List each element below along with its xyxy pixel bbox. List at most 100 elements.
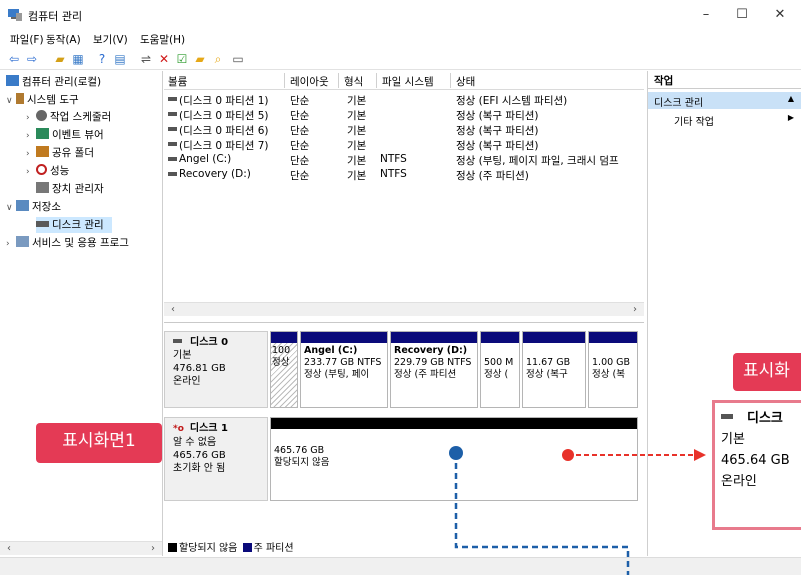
list-icon[interactable]: ▭ bbox=[230, 51, 246, 67]
check-icon[interactable]: ☑ bbox=[174, 51, 190, 67]
tree-item-task-scheduler[interactable]: › 작업 스케줄러 bbox=[26, 109, 111, 125]
forward-icon[interactable]: ⇨ bbox=[24, 51, 40, 67]
minimize-button[interactable]: – bbox=[690, 4, 722, 26]
disk-1-unallocated[interactable]: 465.76 GB 할당되지 않음 bbox=[270, 417, 638, 501]
scroll-right-icon[interactable]: › bbox=[628, 303, 642, 317]
tree-item-label: 저장소 bbox=[32, 201, 61, 213]
tree-item-storage[interactable]: ∨ 저장소 bbox=[6, 199, 61, 215]
chevron-down-icon[interactable]: ∨ bbox=[6, 93, 16, 109]
column-type[interactable]: 형식 bbox=[344, 74, 363, 89]
close-button[interactable]: ✕ bbox=[764, 4, 796, 26]
table-row[interactable]: Recovery (D:) 단순 기본 NTFS 정상 (주 파티션) bbox=[164, 167, 644, 182]
actions-section-disk-management[interactable]: 디스크 관리 ▲ bbox=[648, 92, 801, 109]
table-row[interactable]: (디스크 0 파티션 7) 단순 기본 정상 (복구 파티션) bbox=[164, 137, 644, 152]
up-folder-icon[interactable]: ▰ bbox=[52, 51, 68, 67]
help-icon[interactable]: ? bbox=[94, 51, 110, 67]
volume-status: 정상 (EFI 시스템 파티션) bbox=[456, 95, 568, 107]
menu-view[interactable]: 보기(V) bbox=[93, 32, 128, 47]
chevron-right-icon[interactable]: › bbox=[26, 146, 36, 162]
volume-icon bbox=[168, 172, 177, 176]
title-bar: 컴퓨터 관리 – ☐ ✕ bbox=[0, 0, 801, 30]
disk-1-label[interactable]: *o 디스크 1 알 수 없음 465.76 GB 초기화 안 됨 bbox=[164, 417, 268, 501]
disk-0-partition-5[interactable]: 500 M 정상 ( bbox=[480, 331, 520, 408]
column-layout[interactable]: 레이아웃 bbox=[290, 74, 329, 89]
disk-0-partition-1[interactable]: 100 정상 bbox=[270, 331, 298, 408]
column-divider[interactable] bbox=[450, 73, 451, 88]
tree-item-disk-management[interactable]: 디스크 관리 bbox=[36, 217, 112, 233]
search-icon[interactable]: ⌕ bbox=[210, 51, 226, 67]
chevron-right-icon[interactable]: › bbox=[26, 110, 36, 126]
chevron-down-icon[interactable]: ∨ bbox=[6, 200, 16, 216]
column-divider[interactable] bbox=[376, 73, 377, 88]
table-row[interactable]: Angel (C:) 단순 기본 NTFS 정상 (부팅, 페이지 파일, 크래… bbox=[164, 152, 644, 167]
partition-size: 11.67 GB bbox=[526, 357, 571, 368]
maximize-button[interactable]: ☐ bbox=[726, 4, 758, 26]
volume-icon bbox=[168, 157, 177, 161]
annotation-badge-right: 표시화 bbox=[733, 353, 801, 391]
delete-icon[interactable]: ✕ bbox=[156, 51, 172, 67]
tree-item-root[interactable]: 컴퓨터 관리(로컬) bbox=[6, 74, 101, 90]
tree-item-shared-folders[interactable]: › 공유 폴더 bbox=[26, 145, 94, 161]
volume-name: Recovery (D:) bbox=[179, 168, 251, 180]
column-volume[interactable]: 볼륨 bbox=[168, 74, 187, 89]
chevron-right-icon[interactable]: › bbox=[26, 128, 36, 144]
disk-0-partition-7[interactable]: 1.00 GB 정상 (복 bbox=[588, 331, 638, 408]
folder-icon[interactable]: ▰ bbox=[192, 51, 208, 67]
navigation-tree: 컴퓨터 관리(로컬) ∨ 시스템 도구 › 작업 스케줄러 › 이벤트 뷰어 › 공유 … bbox=[0, 71, 163, 556]
properties-icon[interactable]: ▦ bbox=[70, 51, 86, 67]
tree-item-label: 이벤트 뷰어 bbox=[52, 129, 104, 141]
scroll-left-icon[interactable]: ‹ bbox=[166, 303, 180, 317]
computer-management-icon bbox=[8, 9, 22, 21]
menu-action[interactable]: 동작(A) bbox=[46, 32, 81, 47]
view-icon[interactable]: ▤ bbox=[112, 51, 128, 67]
back-icon[interactable]: ⇦ bbox=[6, 51, 22, 67]
disk-0-partition-recovery[interactable]: Recovery (D:) 229.79 GB NTFS 정상 (주 파티션 bbox=[390, 331, 478, 408]
volume-type: 기본 bbox=[347, 95, 367, 107]
table-row[interactable]: (디스크 0 파티션 5) 단순 기본 정상 (복구 파티션) bbox=[164, 107, 644, 122]
disk-map: 디스크 0 기본 476.81 GB 온라인 100 정상 Angel (C:) 2… bbox=[164, 322, 644, 554]
scroll-left-icon[interactable]: ‹ bbox=[2, 542, 16, 556]
tree-item-label: 작업 스케줄러 bbox=[50, 111, 112, 123]
tree-item-performance[interactable]: › 성능 bbox=[26, 163, 69, 179]
clock-icon bbox=[36, 110, 47, 121]
menu-bar: 파일(F) 동작(A) 보기(V) 도움말(H) bbox=[0, 30, 801, 48]
chevron-right-icon[interactable]: › bbox=[6, 236, 16, 252]
unallocated-swatch bbox=[168, 543, 177, 552]
tree-horizontal-scrollbar[interactable]: ‹ › bbox=[0, 541, 162, 555]
volume-layout: 단순 bbox=[290, 125, 310, 137]
tree-item-system-tools[interactable]: ∨ 시스템 도구 bbox=[6, 92, 79, 108]
scroll-right-icon[interactable]: › bbox=[146, 542, 160, 556]
volume-status: 정상 (복구 파티션) bbox=[456, 140, 539, 152]
performance-icon bbox=[36, 164, 47, 175]
annotation-callout: 디스크 기본 465.64 GB 온라인 bbox=[712, 400, 801, 530]
column-status[interactable]: 상태 bbox=[456, 74, 475, 89]
collapse-up-icon[interactable]: ▲ bbox=[788, 94, 794, 103]
storage-icon bbox=[16, 200, 29, 211]
column-divider[interactable] bbox=[284, 73, 285, 88]
column-file-system[interactable]: 파일 시스템 bbox=[382, 74, 434, 89]
volume-layout: 단순 bbox=[290, 95, 310, 107]
column-divider[interactable] bbox=[338, 73, 339, 88]
volume-icon bbox=[168, 97, 177, 101]
menu-file[interactable]: 파일(F) bbox=[10, 32, 44, 47]
table-row[interactable]: (디스크 0 파티션 6) 단순 기본 정상 (복구 파티션) bbox=[164, 122, 644, 137]
connect-icon[interactable]: ⇌ bbox=[138, 51, 154, 67]
tree-item-services[interactable]: › 서비스 및 응용 프로그 bbox=[6, 235, 129, 251]
volume-horizontal-scrollbar[interactable]: ‹ › bbox=[164, 302, 644, 316]
actions-more[interactable]: 기타 작업 ▶ bbox=[648, 111, 801, 128]
table-row[interactable]: (디스크 0 파티션 1) 단순 기본 정상 (EFI 시스템 파티션) bbox=[164, 92, 644, 107]
volume-table-header: 볼륨 레이아웃 형식 파일 시스템 상태 bbox=[164, 71, 644, 90]
tree-item-label: 디스크 관리 bbox=[52, 219, 104, 231]
disk-0-label[interactable]: 디스크 0 기본 476.81 GB 온라인 bbox=[164, 331, 268, 408]
chevron-right-icon[interactable]: › bbox=[26, 164, 36, 180]
tree-item-event-viewer[interactable]: › 이벤트 뷰어 bbox=[26, 127, 104, 143]
callout-disk-type: 기본 bbox=[721, 432, 745, 447]
disk-0-partition-angel[interactable]: Angel (C:) 233.77 GB NTFS 정상 (부팅, 페이 bbox=[300, 331, 388, 408]
tree-item-device-manager[interactable]: 장치 관리자 bbox=[36, 181, 104, 197]
volume-status: 정상 (복구 파티션) bbox=[456, 125, 539, 137]
menu-help[interactable]: 도움말(H) bbox=[140, 32, 185, 47]
toolbar: ⇦ ⇨ ▰ ▦ ? ▤ ⇌ ✕ ☑ ▰ ⌕ ▭ bbox=[0, 48, 801, 70]
disk-0-partition-6[interactable]: 11.67 GB 정상 (복구 bbox=[522, 331, 586, 408]
partition-size: 465.76 GB bbox=[274, 445, 325, 456]
partition-status: 정상 bbox=[272, 357, 290, 368]
